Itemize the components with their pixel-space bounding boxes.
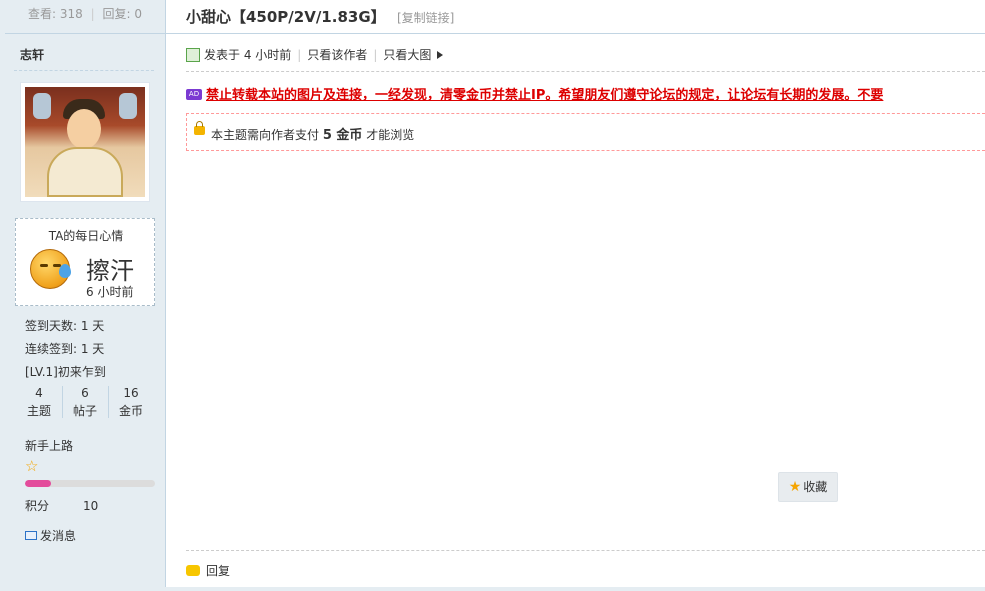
thread-title-bar: 小甜心【450P/2V/1.83G】 [复制链接] (166, 0, 985, 34)
reply-bubble-icon (186, 565, 200, 576)
level-progress-bar (25, 480, 155, 487)
reply-button[interactable]: 回复 (186, 562, 230, 579)
reply-label: 回复 (206, 564, 231, 578)
coins-count[interactable]: 16 金币 (108, 384, 154, 420)
avatar-face (67, 109, 101, 149)
post-divider (186, 71, 985, 72)
replies-label: 回复: (102, 7, 131, 21)
ad-text[interactable]: 禁止转载本站的图片及连接，一经发现，清零金币并禁止IP。希望朋友们遵守论坛的规定… (206, 88, 883, 103)
footer-divider (186, 550, 985, 551)
sidebar-divider (14, 70, 154, 71)
meta-divider: | (373, 48, 378, 62)
avatar-body (47, 147, 123, 197)
mood-eye-left (40, 264, 48, 267)
mood-text: 擦汗 (86, 257, 134, 285)
copy-link[interactable]: [复制链接] (397, 9, 454, 26)
score: 积分 10 (25, 497, 98, 514)
stats-divider: | (90, 7, 95, 21)
post-time: 发表于 4 小时前 (204, 48, 292, 62)
replies-count: 0 (134, 7, 142, 21)
send-message-label: 发消息 (40, 529, 77, 543)
topics-value: 4 (35, 386, 43, 400)
thread-title: 小甜心【450P/2V/1.83G】 (186, 8, 386, 26)
lock-icon (194, 121, 205, 135)
locked-pre: 本主题需向作者支付 (211, 128, 320, 142)
envelope-icon (25, 531, 37, 540)
sweat-face-icon (30, 249, 71, 289)
streak-days: 连续签到: 1 天 (25, 342, 105, 356)
sweat-drop (59, 264, 71, 278)
avatar[interactable] (20, 82, 150, 202)
star-icon: ★ (788, 479, 802, 495)
thread-stats: 查看: 318 | 回复: 0 (5, 0, 165, 34)
meta-divider: | (297, 48, 302, 62)
score-value: 10 (83, 499, 99, 513)
locked-post: 才能浏览 (366, 128, 415, 142)
posts-count[interactable]: 6 帖子 (62, 384, 108, 420)
send-message-link[interactable]: 发消息 (25, 527, 76, 544)
author-name[interactable]: 志轩 (20, 46, 44, 63)
avatar-image (25, 87, 145, 197)
author-counts: 4 主题 6 帖子 16 金币 (16, 384, 156, 420)
only-author-link[interactable]: 只看该作者 (307, 48, 367, 62)
daily-mood: TA的每日心情 擦汗 6 小时前 (15, 218, 155, 306)
only-images-link[interactable]: 只看大图 (383, 48, 431, 62)
level-progress-fill (25, 480, 51, 487)
user-icon (186, 47, 200, 62)
coins-value: 16 (123, 386, 139, 400)
locked-content-notice: 本主题需向作者支付 5 金币 才能浏览 (186, 113, 985, 151)
topics-label: 主题 (26, 404, 51, 418)
posts-label: 帖子 (72, 404, 97, 418)
views-count: 318 (59, 7, 83, 21)
favorite-label: 收藏 (803, 480, 828, 494)
posts-value: 6 (81, 386, 89, 400)
post-meta: 发表于 4 小时前 | 只看该作者 | 只看大图 (186, 46, 444, 63)
coins-label: 金币 (118, 404, 143, 418)
locked-text: 本主题需向作者支付 5 金币 才能浏览 (211, 124, 414, 143)
avatar-hand-left (33, 93, 51, 119)
avatar-hand-right (119, 93, 137, 119)
views-label: 查看: (28, 7, 57, 21)
mood-title: TA的每日心情 (48, 229, 124, 243)
ad-icon: AD (186, 89, 202, 100)
user-level: [LV.1]初来乍到 (25, 365, 106, 379)
bottom-border (0, 587, 985, 591)
ad-notice[interactable]: AD 禁止转载本站的图片及连接，一经发现，清零金币并禁止IP。希望朋友们遵守论坛的… (186, 84, 985, 103)
star-icon: ☆ (25, 457, 39, 475)
rank-name[interactable]: 新手上路 (25, 437, 73, 454)
mood-time: 6 小时前 (86, 285, 134, 299)
caret-right-icon[interactable] (437, 51, 444, 59)
signin-days: 签到天数: 1 天 (25, 319, 105, 333)
topics-count[interactable]: 4 主题 (16, 384, 62, 420)
favorite-button[interactable]: ★ 收藏 (778, 472, 838, 502)
score-label: 积分 (25, 499, 50, 513)
locked-price: 5 金币 (322, 128, 363, 143)
